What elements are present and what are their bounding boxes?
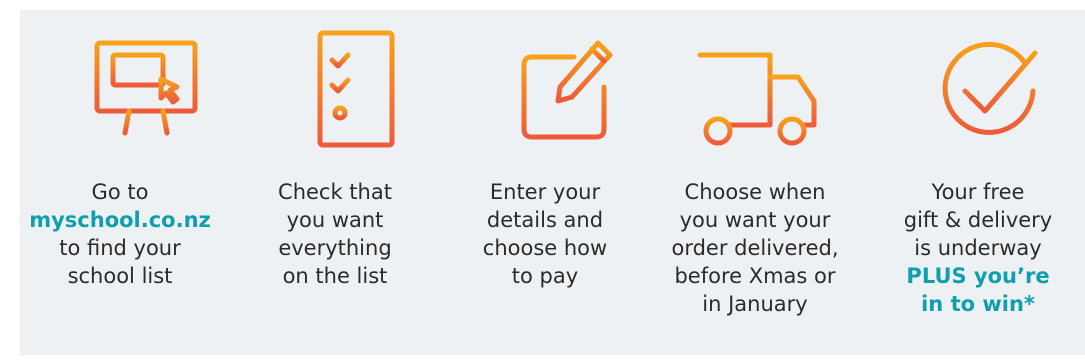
caption-line: school list xyxy=(67,264,173,288)
step-2-caption: Check that you want everything on the li… xyxy=(220,178,450,290)
step-1-caption: Go to myschool.co.nz to find your school… xyxy=(5,178,235,290)
caption-line: is underway xyxy=(914,236,1042,260)
caption-line: details and xyxy=(486,208,604,232)
checklist-icon xyxy=(300,25,430,160)
step-4-choose-delivery: Choose when you want your order delivere… xyxy=(645,10,865,355)
caption-line: Enter your xyxy=(489,180,601,204)
step-3-enter-details: Enter your details and choose how to pay xyxy=(440,10,650,355)
caption-line: everything xyxy=(278,236,392,260)
step-1-find-list: Go to myschool.co.nz to find your school… xyxy=(20,10,230,355)
caption-line: you want xyxy=(286,208,384,232)
step-5-gift-underway: Your free gift & delivery is underway PL… xyxy=(855,10,1085,355)
caption-line: order delivered, xyxy=(671,236,839,260)
caption-line: on the list xyxy=(282,264,388,288)
caption-line: Choose when xyxy=(684,180,826,204)
step-4-caption: Choose when you want your order delivere… xyxy=(640,178,870,318)
caption-line: you want your xyxy=(679,208,831,232)
caption-line: choose how xyxy=(482,236,608,260)
myschool-link[interactable]: myschool.co.nz xyxy=(5,206,235,234)
step-2-check-list: Check that you want everything on the li… xyxy=(220,10,430,355)
step-5-caption: Your free gift & delivery is underway PL… xyxy=(863,178,1085,318)
caption-line: to pay xyxy=(511,264,579,288)
caption-line: Check that xyxy=(278,180,392,204)
caption-line: Your free xyxy=(931,180,1025,204)
caption-line: gift & delivery xyxy=(903,208,1053,232)
steps-panel: Go to myschool.co.nz to find your school… xyxy=(20,10,1085,355)
caption-line: in January xyxy=(702,292,808,316)
prize-highlight: in to win* xyxy=(921,292,1035,316)
checkmark-circle-icon xyxy=(925,25,1055,160)
edit-pencil-icon xyxy=(502,25,632,160)
computer-cursor-icon xyxy=(85,25,215,160)
caption-line: before Xmas or xyxy=(674,264,836,288)
prize-highlight: PLUS you’re xyxy=(906,264,1050,288)
delivery-truck-icon xyxy=(670,25,830,160)
caption-line: to find your xyxy=(59,236,181,260)
step-3-caption: Enter your details and choose how to pay xyxy=(430,178,660,290)
caption-line: Go to xyxy=(91,180,149,204)
